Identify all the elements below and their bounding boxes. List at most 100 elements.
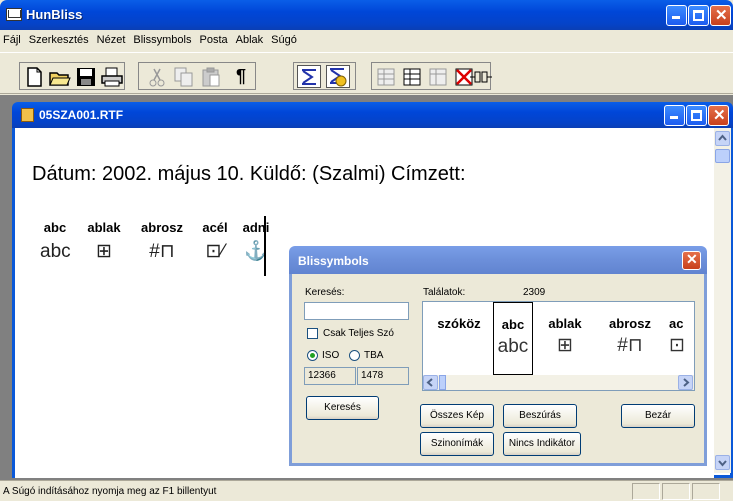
status-cell: [632, 483, 660, 500]
full-word-label: Csak Teljes Szó: [323, 328, 394, 339]
bliss-word[interactable]: acél ⊡⁄: [198, 220, 232, 263]
status-cell: [692, 483, 720, 500]
result-item[interactable]: szóköz: [427, 302, 491, 375]
maximize-button[interactable]: [688, 5, 709, 26]
symbol-table-button[interactable]: [374, 65, 398, 88]
bliss-symbol: ⊡⁄: [205, 241, 225, 262]
menu-help[interactable]: Súgó: [267, 30, 301, 46]
result-item-selected[interactable]: abc abc: [493, 302, 533, 375]
cut-button[interactable]: [145, 65, 169, 88]
document-titlebar[interactable]: 05SZA001.RTF ✕: [12, 102, 733, 128]
document-icon: [21, 108, 34, 122]
open-folder-icon: [49, 71, 71, 86]
symbol-insert-button[interactable]: [400, 65, 424, 88]
result-word: abc: [501, 317, 525, 332]
result-word: szóköz: [437, 316, 481, 331]
doc-minimize-button[interactable]: [664, 105, 685, 126]
scroll-up-button[interactable]: [715, 131, 730, 146]
minimize-icon: [672, 16, 680, 19]
scroll-right-button[interactable]: [678, 375, 693, 390]
toolbar-group-bliss: [293, 62, 356, 90]
sigma-lookup-button[interactable]: [326, 65, 350, 88]
results-horizontal-scrollbar[interactable]: [423, 375, 694, 390]
full-word-checkbox[interactable]: [307, 328, 318, 339]
paragraph-button[interactable]: ¶: [229, 65, 253, 88]
status-cell: [662, 483, 690, 500]
iso-radio[interactable]: [307, 350, 318, 361]
search-input[interactable]: [304, 302, 409, 320]
result-symbol: ⊡: [669, 335, 685, 356]
menu-mail[interactable]: Posta: [195, 30, 231, 46]
no-indicator-button[interactable]: Nincs Indikátor: [503, 432, 581, 456]
minimize-button[interactable]: [666, 5, 687, 26]
copy-icon: [174, 67, 193, 86]
floppy-disk-icon: [77, 67, 95, 86]
scroll-left-button[interactable]: [423, 375, 438, 390]
results-list[interactable]: szóköz abc abc ablak ⊞ abrosz #⊓ ac ⊡: [422, 301, 695, 391]
all-images-button[interactable]: Összes Kép: [420, 404, 494, 428]
bliss-word[interactable]: abc abc: [40, 220, 71, 263]
close-button[interactable]: ✕: [710, 5, 731, 26]
doc-maximize-button[interactable]: [686, 105, 707, 126]
bliss-word-label: adni: [242, 220, 270, 235]
bliss-word-label: ablak: [87, 220, 121, 235]
tba-radio-label: TBA: [364, 350, 384, 361]
document-vertical-scrollbar[interactable]: [714, 128, 731, 473]
edit-table-icon: [429, 68, 447, 85]
chevron-up-icon: [718, 134, 727, 141]
bliss-word[interactable]: ablak ⊞: [83, 220, 125, 263]
menu-view[interactable]: Nézet: [93, 30, 130, 46]
menu-window[interactable]: Ablak: [232, 30, 268, 46]
menu-blissymbols[interactable]: Blissymbols: [129, 30, 195, 46]
status-bar: A Súgó indításához nyomja meg az F1 bill…: [0, 480, 733, 501]
result-word: ablak: [548, 316, 582, 331]
insert-button[interactable]: Beszúrás: [503, 404, 577, 428]
dialog-titlebar[interactable]: Blissymbols ✕: [289, 246, 707, 274]
synonyms-button[interactable]: Szinonímák: [420, 432, 494, 456]
close-icon: ✕: [715, 7, 728, 24]
iso-code-field[interactable]: 12366: [304, 367, 356, 385]
tba-code-field[interactable]: 1478: [357, 367, 409, 385]
scroll-thumb[interactable]: [715, 149, 730, 163]
result-symbol: abc: [497, 336, 529, 357]
result-item[interactable]: abrosz #⊓: [600, 302, 660, 375]
copy-button[interactable]: [172, 65, 196, 88]
print-button[interactable]: [100, 65, 124, 88]
bliss-word-label: abc: [43, 220, 67, 235]
chevron-left-icon: [426, 378, 433, 387]
bliss-word[interactable]: adni ⚓: [240, 220, 272, 263]
dialog-close-button[interactable]: ✕: [682, 251, 701, 270]
new-file-button[interactable]: [22, 65, 46, 88]
search-button[interactable]: Keresés: [306, 396, 379, 420]
app-icon: [6, 8, 22, 21]
app-title: HunBliss: [26, 7, 83, 22]
result-item[interactable]: ac ⊡: [669, 302, 694, 375]
symbol-edit-button[interactable]: [426, 65, 450, 88]
tba-radio[interactable]: [349, 350, 360, 361]
menu-file[interactable]: Fájl: [0, 30, 25, 46]
connector-button[interactable]: [468, 65, 494, 88]
result-symbol: #⊓: [617, 335, 643, 356]
save-button[interactable]: [74, 65, 98, 88]
result-item[interactable]: ablak ⊞: [540, 302, 590, 375]
app-titlebar[interactable]: HunBliss ✕: [0, 0, 733, 30]
document-text-line: Dátum: 2002. május 10. Küldő: (Szalmi) C…: [32, 163, 466, 185]
connector-icon: [470, 71, 492, 82]
search-label: Keresés:: [305, 287, 345, 298]
result-word: ac: [669, 316, 684, 331]
paste-button[interactable]: [199, 65, 223, 88]
scroll-thumb[interactable]: [439, 375, 446, 390]
doc-close-button[interactable]: ✕: [708, 105, 729, 126]
bliss-word[interactable]: abrosz #⊓: [135, 220, 189, 263]
results-label: Találatok:: [423, 287, 466, 298]
menu-bar: Fájl Szerkesztés Nézet Blissymbols Posta Abla…: [0, 30, 733, 52]
menu-edit[interactable]: Szerkesztés: [25, 30, 93, 46]
chevron-right-icon: [683, 378, 690, 387]
result-symbol: ⊞: [557, 335, 573, 356]
bliss-symbol: ⊞: [96, 241, 112, 262]
dialog-close-btn[interactable]: Bezár: [621, 404, 695, 428]
sigma-button[interactable]: [297, 65, 321, 88]
scroll-down-button[interactable]: [715, 455, 730, 470]
open-file-button[interactable]: [48, 65, 72, 88]
results-count: 2309: [523, 287, 546, 298]
